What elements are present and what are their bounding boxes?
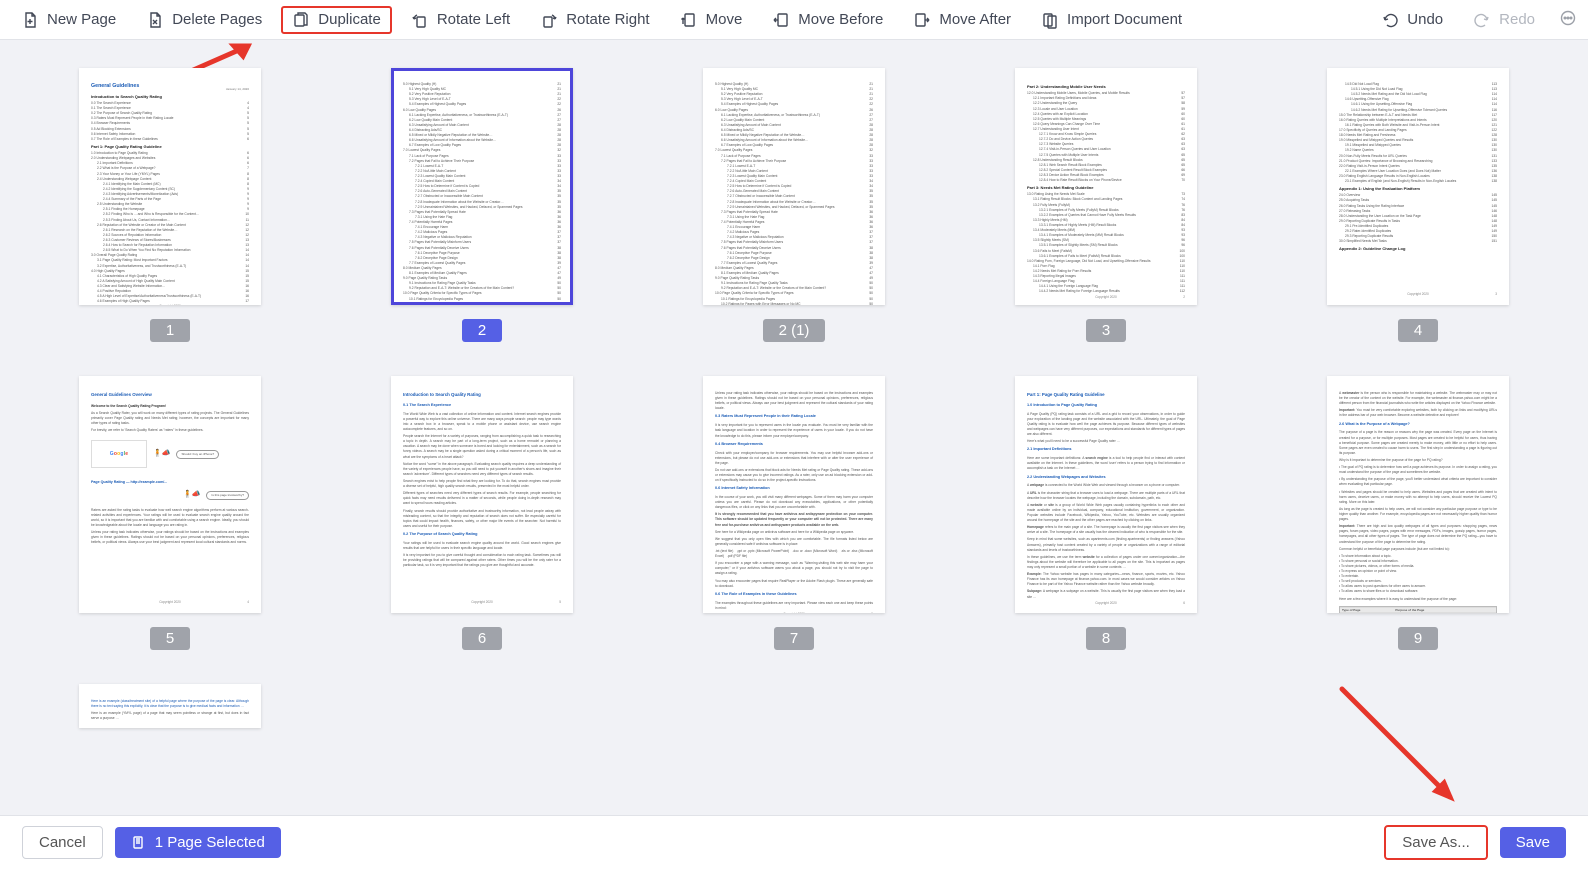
delete-pages-button[interactable]: Delete Pages [135, 6, 273, 34]
save-as-button[interactable]: Save As... [1384, 825, 1488, 860]
page-number-badge: 2 [462, 319, 502, 342]
section-heading: Appendix 1: Using the Evaluation Platfor… [1339, 186, 1497, 192]
undo-icon [1381, 11, 1399, 29]
page-number-badge: 7 [774, 627, 814, 650]
duplicate-label: Duplicate [318, 11, 381, 28]
page-number-badge: 2 (1) [763, 319, 826, 342]
page-number-badge: 5 [150, 627, 190, 650]
footer-bar: Cancel 1 Page Selected Save As... Save [0, 815, 1588, 869]
rotate-right-button[interactable]: Rotate Right [529, 6, 660, 34]
page-thumbnail-9[interactable]: A webmaster is the person who is respons… [1312, 376, 1524, 650]
page-number-badge: 6 [462, 627, 502, 650]
page-number-badge: 3 [1086, 319, 1126, 342]
page-thumbnail-8[interactable]: Part 1: Page Quality Rating Guideline 1.… [1000, 376, 1212, 650]
section-heading: Part 2: Understanding Mobile User Needs [1027, 84, 1185, 90]
rotate-left-label: Rotate Left [437, 11, 510, 28]
more-icon [1559, 9, 1577, 31]
redo-button[interactable]: Redo [1462, 6, 1546, 34]
save-as-label: Save As... [1402, 834, 1470, 851]
page-heading: Part 1: Page Quality Rating Guideline [1027, 392, 1185, 399]
redo-label: Redo [1499, 11, 1535, 28]
move-button[interactable]: Move [669, 6, 754, 34]
rotate-left-button[interactable]: Rotate Left [400, 6, 521, 34]
undo-label: Undo [1407, 11, 1443, 28]
rotate-left-icon [411, 11, 429, 29]
page-grid-workspace[interactable]: General Guidelines January 14, 2020 Intr… [0, 40, 1588, 815]
move-after-icon [913, 11, 931, 29]
duplicate-button[interactable]: Duplicate [281, 6, 392, 34]
page-thumbnail-5[interactable]: General Guidelines Overview Welcome to t… [64, 376, 276, 650]
page-heading: Introduction to Search Quality Rating [403, 392, 561, 399]
import-document-button[interactable]: Import Document [1030, 6, 1193, 34]
more-options-button[interactable] [1554, 6, 1582, 34]
move-before-label: Move Before [798, 11, 883, 28]
toolbar: New Page Delete Pages Duplicate Rotate L… [0, 0, 1588, 40]
section-heading: Appendix 2: Guideline Change Log [1339, 246, 1497, 252]
page-number-badge: 1 [150, 319, 190, 342]
page-thumbnail-4[interactable]: 14.5 Did Not Load Flag113 14.5.1 Using t… [1312, 68, 1524, 342]
section-heading: Introduction to Search Quality Rating [91, 94, 249, 100]
delete-pages-icon [146, 11, 164, 29]
move-after-label: Move After [939, 11, 1011, 28]
new-page-icon [21, 11, 39, 29]
cancel-button[interactable]: Cancel [22, 826, 103, 859]
duplicate-icon [292, 11, 310, 29]
redo-icon [1473, 11, 1491, 29]
move-before-button[interactable]: Move Before [761, 6, 894, 34]
move-icon [680, 11, 698, 29]
page-thumbnail-7[interactable]: Unless your rating task indicates otherw… [688, 376, 900, 650]
import-document-label: Import Document [1067, 11, 1182, 28]
move-after-button[interactable]: Move After [902, 6, 1022, 34]
page-number-badge: 9 [1398, 627, 1438, 650]
rotate-right-label: Rotate Right [566, 11, 649, 28]
import-document-icon [1041, 11, 1059, 29]
page-thumbnail-2-copy[interactable]: 5.0 Highest Quality (H)21 5.1 Very High … [688, 68, 900, 342]
new-page-label: New Page [47, 11, 116, 28]
cancel-label: Cancel [39, 834, 86, 851]
page-thumbnail-3[interactable]: Part 2: Understanding Mobile User Needs … [1000, 68, 1212, 342]
new-page-button[interactable]: New Page [10, 6, 127, 34]
save-button[interactable]: Save [1500, 827, 1566, 858]
delete-pages-label: Delete Pages [172, 11, 262, 28]
save-label: Save [1516, 834, 1550, 851]
selection-count-label: 1 Page Selected [155, 834, 265, 851]
page-thumbnail-6[interactable]: Introduction to Search Quality Rating 0.… [376, 376, 588, 650]
selection-count-button[interactable]: 1 Page Selected [115, 827, 281, 858]
move-before-icon [772, 11, 790, 29]
page-thumbnail-1[interactable]: General Guidelines January 14, 2020 Intr… [64, 68, 276, 342]
page-number-badge: 4 [1398, 319, 1438, 342]
pages-icon [131, 835, 147, 851]
page-number-badge: 8 [1086, 627, 1126, 650]
page-thumbnail-2[interactable]: 5.0 Highest Quality (H)21 5.1 Very High … [376, 68, 588, 342]
move-label: Move [706, 11, 743, 28]
section-heading: Part 3: Needs Met Rating Guideline [1027, 185, 1185, 191]
undo-button[interactable]: Undo [1370, 6, 1454, 34]
rotate-right-icon [540, 11, 558, 29]
page-heading: General Guidelines Overview [91, 392, 249, 399]
page-thumbnail-10[interactable]: Here is an example (class/treatment site… [64, 684, 276, 728]
